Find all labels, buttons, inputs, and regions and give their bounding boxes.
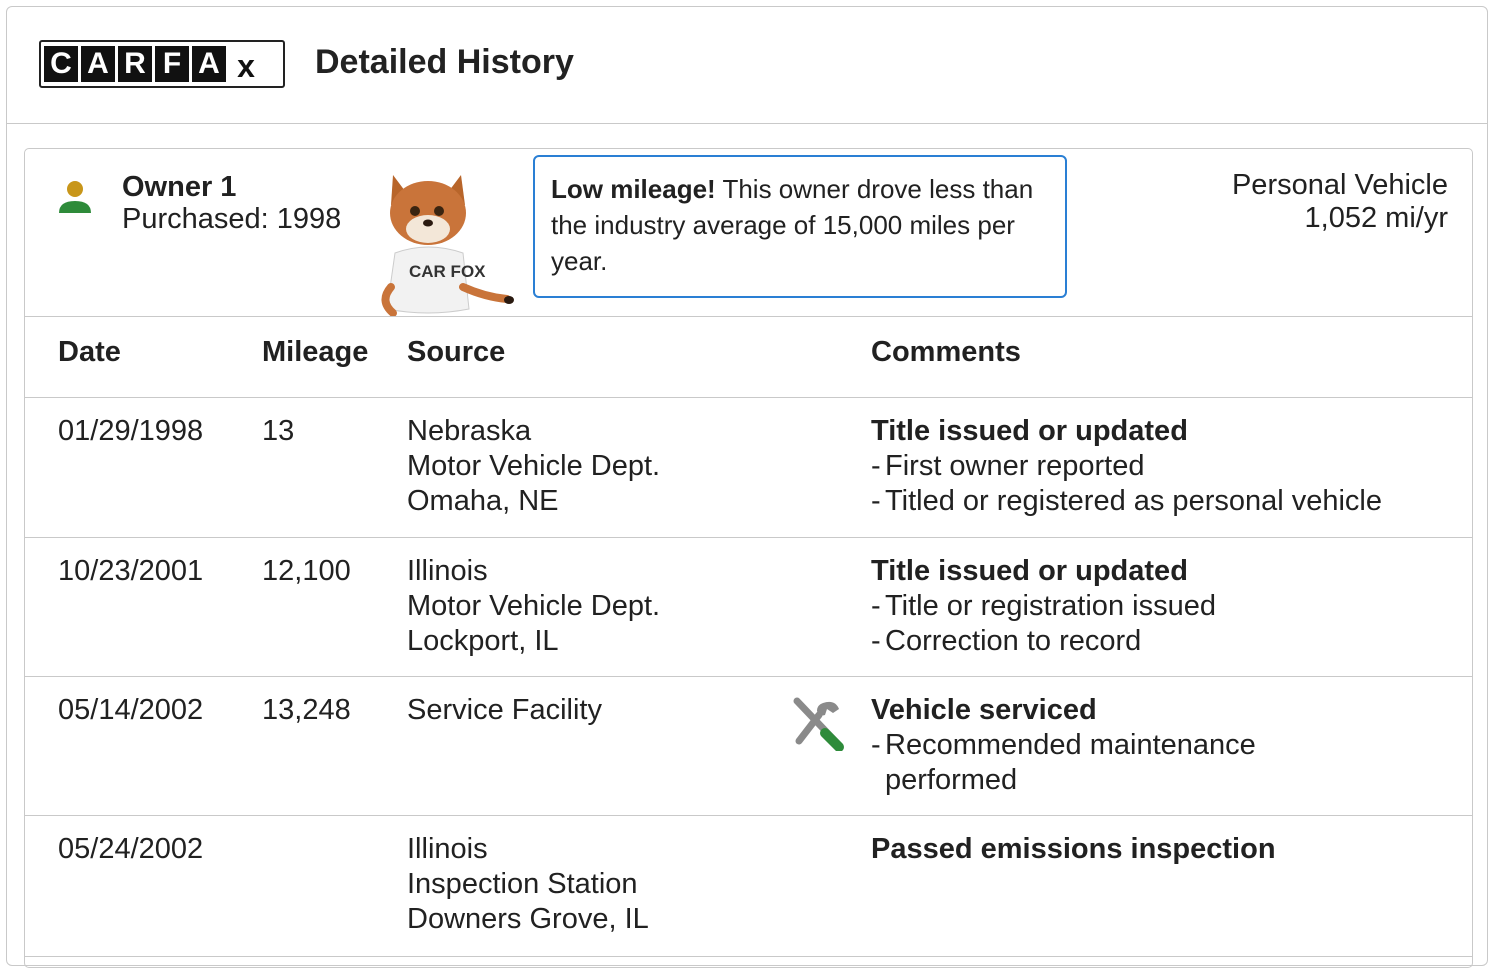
usage-type: Personal Vehicle [1231, 169, 1448, 201]
owner-purchased: Purchased: 1998 [122, 203, 342, 235]
source-line: Motor Vehicle Dept. [407, 450, 661, 482]
low-mileage-callout: Low mileage! This owner drove less than … [533, 155, 1067, 298]
comment-heading: Title issued or updated [871, 555, 1188, 587]
logo-letter: x [237, 48, 255, 84]
row-mileage: 13,248 [262, 694, 351, 726]
comment-item: Recommended maintenance performed [871, 728, 1305, 798]
source-line: Lockport, IL [407, 625, 559, 657]
logo-letter: R [118, 46, 152, 82]
row-source: Illinois Inspection Station Downers Grov… [407, 832, 649, 937]
comment-item: Correction to record [871, 624, 1461, 659]
row-source: Illinois Motor Vehicle Dept. Lockport, I… [407, 554, 660, 659]
row-date: 10/23/2001 [58, 555, 204, 587]
callout-bold: Low mileage! [551, 174, 716, 204]
row-source: Nebraska Motor Vehicle Dept. Omaha, NE [407, 414, 660, 519]
source-line: Illinois [407, 833, 488, 865]
history-table: Date Mileage Source Comments 01/29/1998 … [25, 316, 1472, 957]
comment-heading: Title issued or updated [871, 415, 1188, 447]
table-row: 01/29/1998 13 Nebraska Motor Vehicle Dep… [25, 398, 1472, 538]
owner-card: Owner 1 Purchased: 1998 CAR FOX Low mile… [24, 148, 1473, 968]
table-row: 05/14/2002 13,248 Service Facility Vehic… [25, 677, 1472, 816]
fox-shirt-text: CAR FOX [409, 262, 486, 281]
source-line: Nebraska [407, 415, 532, 447]
comment-item: First owner reported [871, 449, 1461, 484]
row-date: 05/14/2002 [58, 694, 204, 726]
page-title: Detailed History [315, 43, 574, 81]
row-mileage: 13 [262, 415, 295, 447]
table-row: 05/24/2002 Illinois Inspection Station D… [25, 816, 1472, 957]
carfax-logo: C A R F A x [39, 40, 285, 88]
source-line: Inspection Station [407, 868, 638, 900]
row-date: 01/29/1998 [58, 415, 204, 447]
row-date: 05/24/2002 [58, 833, 204, 865]
logo-letter: F [155, 46, 189, 82]
owner-person-icon [59, 181, 91, 213]
row-comments: Title issued or updated First owner repo… [871, 414, 1461, 519]
column-header-mileage: Mileage [262, 336, 369, 368]
row-mileage: 12,100 [262, 555, 351, 587]
row-comments: Passed emissions inspection [871, 832, 1461, 867]
column-header-source: Source [407, 336, 506, 368]
row-comments: Vehicle serviced Recommended maintenance… [871, 693, 1461, 798]
table-row: 10/23/2001 12,100 Illinois Motor Vehicle… [25, 538, 1472, 677]
comment-heading: Passed emissions inspection [871, 833, 1276, 865]
source-line: Downers Grove, IL [407, 903, 649, 935]
wrench-screwdriver-icon [793, 697, 844, 751]
source-line: Motor Vehicle Dept. [407, 590, 661, 622]
column-header-comments: Comments [871, 336, 1021, 368]
row-comments: Title issued or updated Title or registr… [871, 554, 1461, 659]
source-line: Illinois [407, 555, 488, 587]
source-line: Service Facility [407, 694, 602, 726]
source-line: Omaha, NE [407, 485, 559, 517]
comment-item: Titled or registered as personal vehicle [871, 484, 1461, 519]
logo-letter: A [81, 46, 115, 82]
owner-name: Owner 1 [122, 171, 237, 203]
carfox-mascot-icon: CAR FOX [381, 175, 514, 317]
table-header: Date Mileage Source Comments [25, 317, 1472, 398]
logo-letter: C [44, 46, 78, 82]
usage-miles: 1,052 mi/yr [1304, 202, 1448, 234]
row-source: Service Facility [407, 693, 602, 728]
report-header: C A R F A x Detailed History [7, 7, 1487, 124]
logo-letter: A [192, 46, 226, 82]
comment-item: Title or registration issued [871, 589, 1461, 624]
report-page: C A R F A x Detailed History Owner 1 Pur… [6, 6, 1488, 968]
column-header-date: Date [58, 336, 121, 368]
comment-heading: Vehicle serviced [871, 694, 1097, 726]
